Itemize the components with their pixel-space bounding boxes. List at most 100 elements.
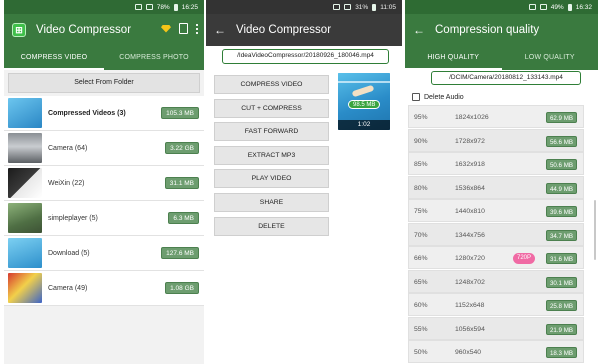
quality-size-badge: 25.8 MB — [545, 300, 577, 311]
quality-row[interactable]: 66% 1280x720 720P 31.6 MB — [408, 246, 584, 269]
app-bar: ← Video Compressor — [206, 14, 402, 46]
quality-row[interactable]: 60% 1152x648 25.8 MB — [408, 293, 584, 316]
status-time: 16:32 — [575, 3, 592, 11]
quality-size-badge: 50.6 MB — [545, 159, 577, 170]
tab-compress-video[interactable]: COMPRESS VIDEO — [4, 46, 104, 70]
quality-resolution: 960x540 — [455, 349, 482, 356]
screen-folder-list: 78% 16:25 ⊞ Video Compressor COMPRESS VI… — [4, 0, 204, 364]
folder-size-badge: 3.22 GB — [165, 142, 199, 154]
signal-icon — [539, 4, 547, 10]
wifi-icon — [528, 4, 536, 10]
list-item[interactable]: Compressed Videos (3) 105.3 MB — [4, 96, 204, 131]
tab-low-quality[interactable]: LOW QUALITY — [502, 46, 599, 70]
quality-percent: 80% — [414, 184, 428, 192]
select-from-folder-button[interactable]: Select From Folder — [8, 73, 200, 93]
quality-resolution: 1344x756 — [455, 231, 485, 239]
list-item[interactable]: Camera (64) 3.22 GB — [4, 131, 204, 166]
checkbox-icon[interactable] — [412, 93, 420, 101]
quality-size-badge: 39.6 MB — [545, 206, 577, 217]
overflow-menu-icon[interactable] — [196, 23, 198, 34]
quality-row[interactable]: 90% 1728x972 56.6 MB — [408, 128, 584, 152]
quality-row[interactable]: 65% 1248x702 30.1 MB — [408, 269, 584, 293]
status-bar: 78% 16:25 — [4, 0, 204, 14]
folder-list: Compressed Videos (3) 105.3 MB Camera (6… — [4, 96, 204, 306]
quality-percent: 75% — [414, 208, 428, 215]
folder-size-badge: 1.08 GB — [165, 282, 199, 294]
quality-percent: 90% — [414, 137, 428, 145]
screen-video-actions: 31% 11:05 ← Video Compressor /IdeaVideoC… — [206, 0, 402, 364]
quality-size-badge: 62.9 MB — [545, 112, 577, 123]
folder-size-badge: 105.3 MB — [161, 107, 199, 119]
battery-percent: 49% — [550, 3, 564, 11]
quality-row[interactable]: 55% 1056x594 21.9 MB — [408, 316, 584, 340]
document-icon[interactable] — [179, 23, 188, 34]
folder-name: WeiXin (22) — [48, 179, 85, 187]
quality-size-badge: 30.1 MB — [545, 276, 577, 288]
fast-forward-button[interactable]: FAST FORWARD — [214, 122, 329, 142]
tab-compress-photo[interactable]: COMPRESS PHOTO — [104, 46, 204, 70]
quality-resolution: 1056x594 — [455, 325, 485, 333]
app-bar: ⊞ Video Compressor — [4, 14, 204, 46]
delete-button[interactable]: DELETE — [214, 216, 329, 236]
list-item[interactable]: WeiXin (22) 31.1 MB — [4, 166, 204, 201]
quality-row[interactable]: 95% 1824x1026 62.9 MB — [408, 105, 584, 128]
quality-row[interactable]: 80% 1536x864 44.9 MB — [408, 175, 584, 199]
quality-list: 95% 1824x1026 62.9 MB 90% 1728x972 56.6 … — [408, 105, 584, 364]
scrollbar[interactable] — [594, 200, 596, 260]
tab-high-quality[interactable]: HIGH QUALITY — [405, 46, 502, 70]
quality-resolution: 1280x720 — [455, 255, 485, 262]
file-path-label: /IdeaVideoCompressor/20180926_180046.mp4 — [222, 49, 389, 64]
quality-row[interactable]: 75% 1440x810 39.6 MB — [408, 199, 584, 222]
cut-compress-button[interactable]: CUT + COMPRESS — [214, 98, 329, 118]
list-item[interactable]: Camera (49) 1.08 GB — [4, 271, 204, 306]
app-title: Video Compressor — [236, 24, 332, 36]
extract-mp3-button[interactable]: EXTRACT MP3 — [214, 145, 329, 165]
quality-size-badge: 18.3 MB — [545, 347, 577, 358]
video-preview[interactable]: 98.5 MB 1:02 — [338, 73, 390, 130]
quality-resolution: 1248x702 — [455, 278, 485, 286]
back-arrow-icon[interactable]: ← — [413, 23, 425, 37]
quality-percent: 70% — [414, 231, 428, 239]
quality-percent: 55% — [414, 325, 428, 333]
share-button[interactable]: SHARE — [214, 192, 329, 212]
quality-resolution: 1152x648 — [455, 302, 485, 309]
quality-row[interactable]: 70% 1344x756 34.7 MB — [408, 222, 584, 246]
video-duration: 1:02 — [338, 120, 390, 130]
tab-bar: COMPRESS VIDEO COMPRESS PHOTO — [4, 46, 204, 70]
folder-thumbnail — [8, 273, 42, 303]
delete-audio-option[interactable]: Delete Audio — [412, 93, 464, 101]
quality-size-badge: 21.9 MB — [545, 323, 577, 335]
action-list: COMPRESS VIDEO CUT + COMPRESS FAST FORWA… — [214, 75, 329, 240]
folder-name: Camera (64) — [48, 144, 88, 152]
quality-size-badge: 56.6 MB — [545, 135, 577, 147]
app-title: Video Compressor — [36, 24, 132, 36]
folder-name: Camera (49) — [48, 284, 88, 292]
quality-percent: 66% — [414, 255, 428, 262]
battery-percent: 78% — [156, 3, 170, 11]
folder-name: Download (5) — [48, 249, 90, 257]
battery-icon — [567, 3, 572, 11]
wifi-icon — [134, 4, 142, 10]
battery-icon — [372, 3, 377, 11]
play-video-button[interactable]: PLAY VIDEO — [214, 169, 329, 189]
back-arrow-icon[interactable]: ← — [214, 23, 226, 37]
quality-row[interactable]: 85% 1632x918 50.6 MB — [408, 152, 584, 175]
folder-size-badge: 127.6 MB — [161, 247, 199, 259]
battery-percent: 31% — [355, 3, 369, 11]
quality-row[interactable]: 50% 960x540 18.3 MB — [408, 340, 584, 363]
file-path-label: /DCIM/Camera/20180812_133143.mp4 — [431, 71, 581, 85]
list-item[interactable]: simpleplayer (5) 6.3 MB — [4, 201, 204, 236]
resolution-badge: 720P — [513, 253, 536, 264]
list-item[interactable]: Download (5) 127.6 MB — [4, 236, 204, 271]
gem-icon[interactable] — [161, 24, 171, 33]
signal-icon — [145, 4, 153, 10]
quality-percent: 65% — [414, 278, 428, 286]
screen-compression-quality: 49% 16:32 ← Compression quality HIGH QUA… — [405, 0, 598, 364]
signal-icon — [344, 4, 352, 10]
quality-resolution: 1536x864 — [455, 184, 485, 192]
quality-size-badge: 34.7 MB — [545, 229, 577, 241]
app-logo-icon: ⊞ — [12, 23, 26, 37]
status-time: 16:25 — [181, 3, 198, 11]
folder-thumbnail — [8, 168, 42, 198]
compress-video-button[interactable]: COMPRESS VIDEO — [214, 75, 329, 94]
